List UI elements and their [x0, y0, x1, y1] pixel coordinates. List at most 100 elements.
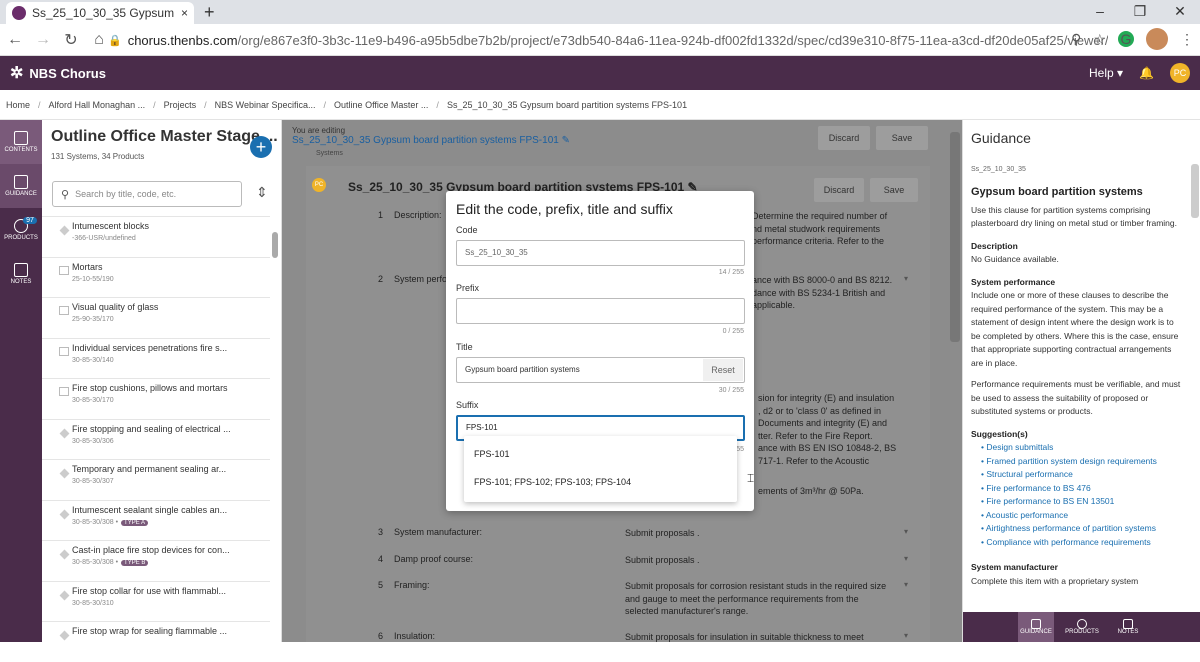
bottom-guidance-tab[interactable]: GUIDANCE	[1018, 612, 1054, 642]
section-discard-button[interactable]: Discard	[814, 178, 864, 202]
breadcrumb-spec[interactable]: Outline Office Master ...	[334, 100, 428, 110]
add-button[interactable]: +	[250, 136, 272, 158]
list-item[interactable]: Individual services penetrations fire s.…	[42, 337, 270, 379]
suggestion-link[interactable]: Design submittals	[981, 441, 1181, 455]
list-item[interactable]: Mortars 25-10-55/190	[42, 256, 270, 298]
row-label: System manufacturer:	[394, 527, 483, 537]
contents-panel: Outline Office Master Stage ... 131 Syst…	[42, 120, 282, 642]
list-item[interactable]: Visual quality of glass 25-90-35/170	[42, 297, 270, 338]
row-value[interactable]: Submit proposals .	[625, 554, 915, 567]
title-field[interactable]: Gypsum board partition systems Reset	[456, 357, 745, 383]
notifications-bell-icon[interactable]: 🔔	[1139, 66, 1154, 80]
browser-menu-icon[interactable]: ⋮	[1180, 31, 1194, 48]
bookmark-star-icon[interactable]: ☆	[1093, 31, 1106, 48]
browser-tab[interactable]: Ss_25_10_30_35 Gypsum board p ×	[6, 2, 194, 24]
forward-icon[interactable]: →	[30, 31, 56, 49]
list-item[interactable]: Cast-in place fire stop devices for con.…	[42, 540, 270, 581]
suggestion-link[interactable]: Framed partition system design requireme…	[981, 455, 1181, 469]
suggestion-link[interactable]: Fire performance to BS EN 13501	[981, 495, 1181, 509]
row-value[interactable]: Submit proposals for insulation in suita…	[625, 631, 915, 642]
row-dropdown-icon[interactable]: ▾	[904, 631, 908, 640]
guidance-body: Gypsum board partition systems Use this …	[971, 186, 1181, 588]
rail-guidance-label: GUIDANCE	[5, 191, 37, 197]
suggestion-link[interactable]: Fire performance to BS 476	[981, 482, 1181, 496]
suggestion-link[interactable]: Acoustic performance	[981, 509, 1181, 523]
breadcrumb-home[interactable]: Home	[6, 100, 30, 110]
row-value[interactable]: ance with BS 8000-0 and BS 8212. dance w…	[752, 274, 902, 312]
rail-notes[interactable]: NOTES	[0, 252, 42, 296]
address-bar[interactable]: 🔒 chorus.thenbs.com /org/e867e3f0-3b3c-1…	[108, 28, 1108, 52]
app-logo[interactable]: ✲ NBS Chorus	[10, 63, 106, 83]
toolbar-actions: ⚲ ☆ G ⋮	[1071, 28, 1194, 50]
list-item[interactable]: Intumescent sealant single cables an... 3…	[42, 499, 270, 541]
user-avatar[interactable]: PC	[1170, 63, 1190, 83]
save-button[interactable]: Save	[876, 126, 928, 150]
list-scrollbar[interactable]	[272, 232, 278, 258]
list-item-code: 30-85-30/308 • TYPE B	[72, 559, 270, 566]
guidance-scrollbar[interactable]	[1191, 164, 1199, 218]
suffix-option[interactable]: FPS-101; FPS-102; FPS-103; FPS-104	[474, 477, 631, 487]
row-value[interactable]: ements of 3m³/hr @ 50Pa.	[758, 485, 908, 498]
row-value[interactable]: Determine the required number of nd meta…	[752, 210, 902, 248]
row-value[interactable]: Submit proposals .	[625, 527, 915, 540]
row-value[interactable]: sion for integrity (E) and insulation , …	[758, 392, 908, 467]
rail-products[interactable]: 97 PRODUCTS	[0, 208, 42, 252]
list-item[interactable]: Fire stop collar for use with flammabl..…	[42, 580, 270, 622]
editing-title[interactable]: Ss_25_10_30_35 Gypsum board partition sy…	[292, 135, 570, 146]
new-tab-button[interactable]: +	[204, 2, 215, 23]
breadcrumb-projects[interactable]: Projects	[164, 100, 197, 110]
discard-button[interactable]: Discard	[818, 126, 870, 150]
row-number: 1	[378, 210, 384, 220]
breadcrumb-project[interactable]: NBS Webinar Specifica...	[215, 100, 316, 110]
suggestion-link[interactable]: Airtightness performance of partition sy…	[981, 522, 1181, 536]
product-icon	[59, 590, 70, 600]
help-menu[interactable]: Help ▾	[1089, 66, 1123, 80]
list-item-code: 25-90-35/170	[72, 316, 114, 323]
zoom-icon[interactable]: ⚲	[1071, 31, 1081, 48]
row-dropdown-icon[interactable]: ▾	[904, 274, 908, 283]
suggestions-heading: Suggestion(s)	[971, 428, 1028, 439]
minimize-button[interactable]: –	[1080, 0, 1120, 24]
rail-contents-label: CONTENTS	[4, 147, 38, 153]
bottom-notes-tab[interactable]: NOTES	[1110, 612, 1146, 642]
section-save-button[interactable]: Save	[870, 178, 918, 202]
guidance-code: Ss_25_10_30_35	[971, 166, 1026, 173]
sort-icon[interactable]: ⇕	[256, 184, 268, 201]
row-dropdown-icon[interactable]: ▾	[904, 527, 908, 536]
reload-icon[interactable]: ↻	[58, 30, 84, 50]
products-icon	[1077, 619, 1087, 629]
list-item[interactable]: Fire stop wrap for sealing flammable ...	[42, 621, 270, 662]
reset-button[interactable]: Reset	[703, 359, 743, 381]
row-value[interactable]: Submit proposals for corrosion resistant…	[625, 580, 915, 618]
row-dropdown-icon[interactable]: ▾	[904, 554, 908, 563]
back-icon[interactable]: ←	[2, 31, 28, 49]
profile-avatar[interactable]	[1146, 28, 1168, 50]
bottom-products-tab[interactable]: PRODUCTS	[1064, 612, 1100, 642]
breadcrumb-clause: Ss_25_10_30_35 Gypsum board partition sy…	[446, 99, 688, 110]
suggestion-link[interactable]: Compliance with performance requirements	[981, 536, 1181, 550]
close-window-button[interactable]: ✕	[1160, 0, 1200, 24]
title-field-value: Gypsum board partition systems	[465, 365, 580, 374]
search-input[interactable]: ⚲ Search by title, code, etc.	[52, 181, 242, 207]
manufacturer-text: Complete this item with a proprietary sy…	[971, 575, 1139, 586]
type-badge: TYPE B	[121, 560, 149, 566]
prefix-field[interactable]	[456, 298, 745, 324]
code-field[interactable]: Ss_25_10_30_35	[456, 240, 745, 266]
list-item[interactable]: Fire stop cushions, pillows and mortars 3…	[42, 378, 270, 419]
list-item[interactable]: Fire stopping and sealing of electrical …	[42, 418, 270, 460]
list-item[interactable]: Temporary and permanent sealing ar... 30-…	[42, 459, 270, 500]
list-item[interactable]: Intumescent blocks -366-USR/undefined	[42, 216, 270, 257]
content-scrollbar[interactable]	[950, 132, 960, 342]
left-nav-rail: CONTENTS GUIDANCE 97 PRODUCTS NOTES	[0, 120, 42, 642]
rail-contents[interactable]: CONTENTS	[0, 120, 42, 164]
rail-guidance[interactable]: GUIDANCE	[0, 164, 42, 208]
row-dropdown-icon[interactable]: ▾	[904, 580, 908, 589]
extension-icon[interactable]: G	[1118, 31, 1134, 47]
suggestion-link[interactable]: Structural performance	[981, 468, 1181, 482]
tab-close-icon[interactable]: ×	[181, 6, 188, 20]
restore-button[interactable]: ❐	[1120, 0, 1160, 24]
breadcrumb-org[interactable]: Alford Hall Monaghan ...	[49, 100, 146, 110]
notes-icon	[14, 263, 28, 277]
suffix-option[interactable]: FPS-101	[474, 449, 510, 459]
row-number: 6	[378, 631, 384, 641]
